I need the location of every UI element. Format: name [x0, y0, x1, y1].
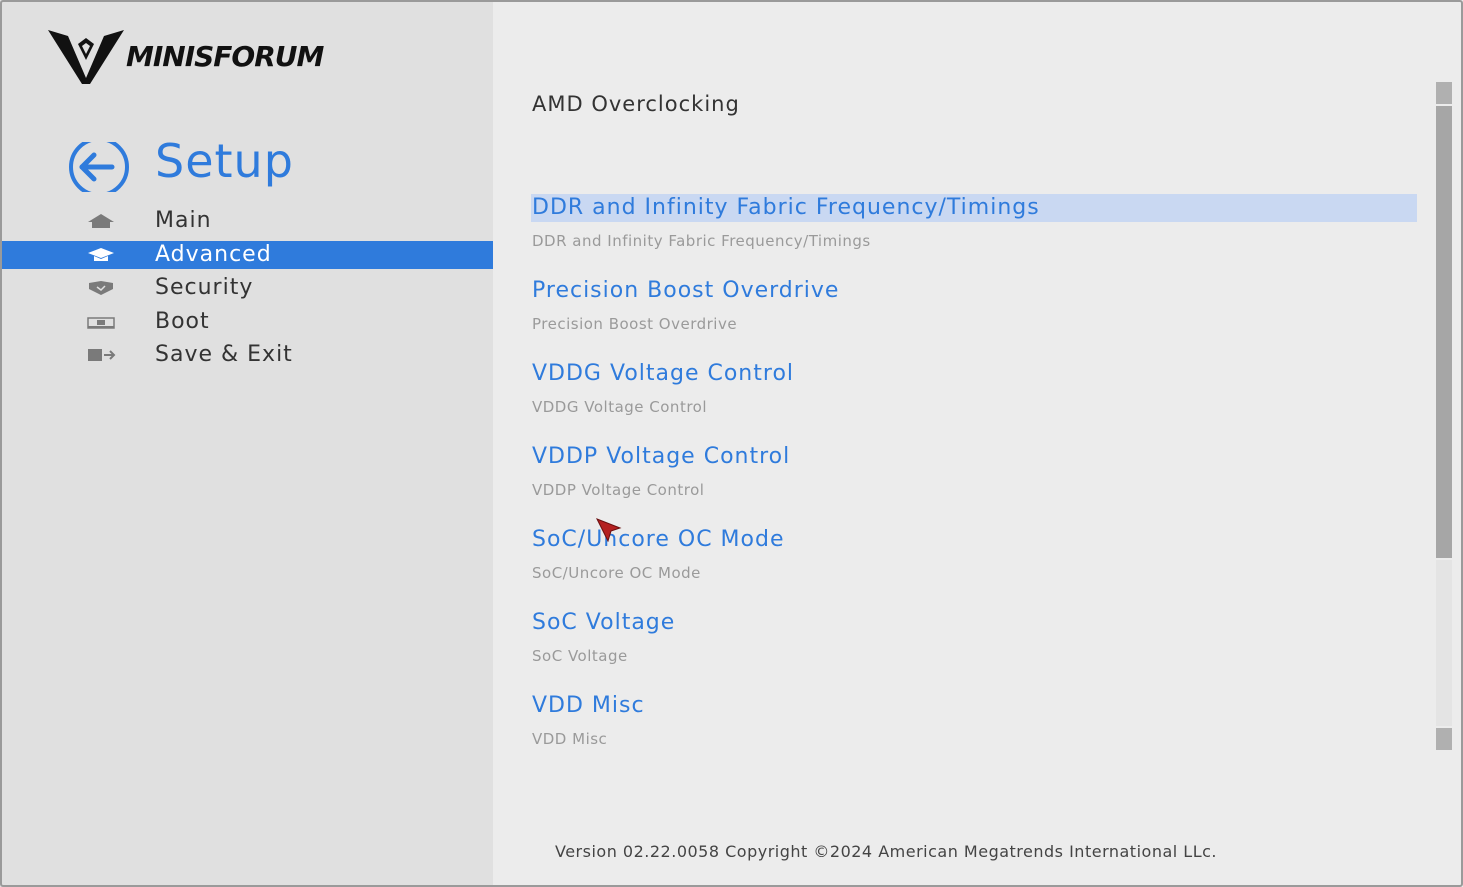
menu-entry-vdd-misc[interactable]: VDD Misc VDD Misc — [531, 692, 1417, 762]
scrollbar-track[interactable] — [1436, 560, 1452, 726]
menu-entry-soc-uncore-oc-mode[interactable]: SoC/Uncore OC Mode SoC/Uncore OC Mode — [531, 526, 1417, 596]
back-button[interactable] — [68, 137, 130, 197]
brand-logo: MINISFORUM — [46, 26, 376, 86]
sidebar-item-label: Security — [155, 275, 254, 300]
sidebar-item-label: Main — [155, 208, 212, 233]
scroll-up-button[interactable] — [1436, 82, 1452, 104]
scrollbar-thumb[interactable] — [1436, 106, 1452, 558]
exit-door-icon — [88, 349, 116, 361]
entry-title[interactable]: VDDG Voltage Control — [531, 360, 794, 388]
entry-title[interactable]: Precision Boost Overdrive — [531, 277, 839, 305]
scroll-down-button[interactable] — [1436, 728, 1452, 750]
house-icon — [88, 214, 114, 228]
boot-drive-icon — [87, 317, 115, 329]
minisforum-logo-icon — [48, 30, 124, 84]
logo-text: MINISFORUM — [126, 40, 324, 73]
sidebar-item-main[interactable]: Main — [0, 207, 493, 235]
sidebar-item-advanced[interactable]: Advanced — [0, 241, 493, 269]
menu-entry-vddg-voltage-control[interactable]: VDDG Voltage Control VDDG Voltage Contro… — [531, 360, 1417, 430]
menu-entry-precision-boost-overdrive[interactable]: Precision Boost Overdrive Precision Boos… — [531, 277, 1417, 347]
shield-icon — [89, 281, 113, 295]
mouse-cursor-icon — [596, 518, 622, 542]
version-footer: Version 02.22.0058 Copyright ©2024 Ameri… — [555, 842, 1217, 861]
sidebar-item-save-exit[interactable]: Save & Exit — [0, 341, 493, 369]
menu-entry-vddp-voltage-control[interactable]: VDDP Voltage Control VDDP Voltage Contro… — [531, 443, 1417, 513]
page-title: AMD Overclocking — [532, 92, 740, 116]
menu-entry-soc-voltage[interactable]: SoC Voltage SoC Voltage — [531, 609, 1417, 679]
entry-description: VDD Misc — [532, 730, 608, 748]
sidebar-item-boot[interactable]: Boot — [0, 308, 493, 336]
entry-title[interactable]: VDD Misc — [531, 692, 645, 720]
vertical-scrollbar[interactable] — [1434, 82, 1454, 752]
entry-title[interactable]: SoC Voltage — [531, 609, 675, 637]
sidebar: MINISFORUM Setup Main Advanced Security — [0, 0, 493, 887]
main-panel: AMD Overclocking DDR and Infinity Fabric… — [493, 0, 1463, 887]
entry-title[interactable]: DDR and Infinity Fabric Frequency/Timing… — [531, 194, 1417, 222]
sidebar-item-security[interactable]: Security — [0, 274, 493, 302]
entry-description: SoC Voltage — [532, 647, 628, 665]
entry-description: Precision Boost Overdrive — [532, 315, 738, 333]
entry-title[interactable]: VDDP Voltage Control — [531, 443, 790, 471]
entry-description: SoC/Uncore OC Mode — [532, 564, 701, 582]
sidebar-item-label: Save & Exit — [155, 342, 293, 367]
entry-title[interactable]: SoC/Uncore OC Mode — [531, 526, 785, 554]
entry-description: VDDP Voltage Control — [532, 481, 705, 499]
setup-title: Setup — [155, 134, 294, 188]
back-arrow-circle-icon[interactable] — [68, 137, 130, 197]
graduation-cap-icon — [88, 248, 114, 261]
menu-entry-ddr-infinity-fabric[interactable]: DDR and Infinity Fabric Frequency/Timing… — [531, 194, 1417, 264]
sidebar-item-label: Boot — [155, 309, 210, 334]
entry-description: VDDG Voltage Control — [532, 398, 708, 416]
sidebar-item-label: Advanced — [155, 242, 272, 267]
entry-description: DDR and Infinity Fabric Frequency/Timing… — [532, 232, 871, 250]
